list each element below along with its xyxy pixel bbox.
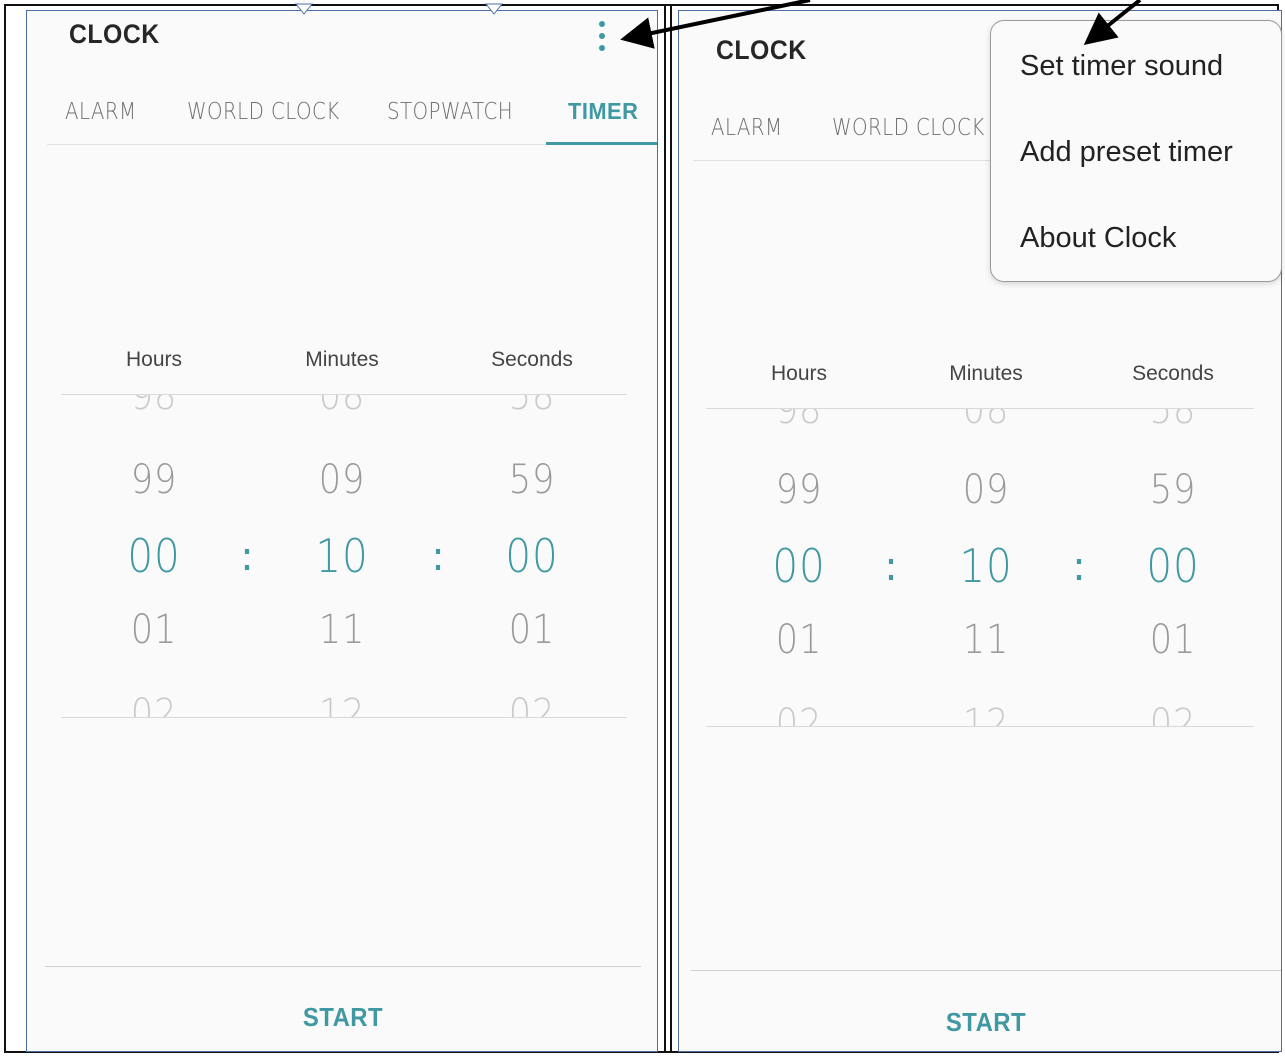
picker-bottom-divider bbox=[61, 717, 627, 718]
seconds-value[interactable]: 00 bbox=[1111, 539, 1234, 593]
tab-alarm[interactable]: ALARM bbox=[65, 99, 137, 125]
menu-item-set-timer-sound[interactable]: Set timer sound bbox=[1020, 50, 1223, 83]
minutes-prev1[interactable]: 09 bbox=[280, 457, 403, 503]
seconds-prev2: 58 bbox=[1149, 409, 1197, 433]
tab-alarm[interactable]: ALARM bbox=[711, 115, 783, 141]
frame-divider bbox=[664, 4, 666, 1053]
hours-next1[interactable]: 01 bbox=[92, 607, 215, 653]
menu-item-add-preset-timer[interactable]: Add preset timer bbox=[1020, 136, 1233, 169]
hours-prev2: 98 bbox=[775, 409, 823, 433]
hours-label: Hours bbox=[125, 348, 183, 371]
picker-clip-top: 98 08 58 bbox=[27, 395, 657, 425]
start-button[interactable]: START bbox=[251, 1002, 435, 1033]
seconds-next1[interactable]: 01 bbox=[470, 607, 593, 653]
tab-world-clock[interactable]: WORLD CLOCK bbox=[187, 99, 340, 125]
app-title: CLOCK bbox=[716, 35, 807, 65]
seconds-next1[interactable]: 01 bbox=[1111, 617, 1234, 663]
hours-next2: 02 bbox=[130, 691, 178, 717]
seconds-prev2: 58 bbox=[508, 395, 556, 419]
menu-item-about-clock[interactable]: About Clock bbox=[1020, 222, 1176, 255]
bottom-divider bbox=[691, 970, 1281, 971]
picker-bottom-divider bbox=[706, 726, 1254, 727]
minutes-next2: 12 bbox=[962, 701, 1010, 726]
hours-prev1[interactable]: 99 bbox=[92, 457, 215, 503]
hours-next2: 02 bbox=[775, 701, 823, 726]
app-title: CLOCK bbox=[69, 19, 160, 49]
time-separator: : bbox=[884, 544, 898, 590]
seconds-prev1[interactable]: 59 bbox=[1111, 467, 1234, 513]
minutes-label: Minutes bbox=[305, 348, 379, 371]
hours-prev1[interactable]: 99 bbox=[737, 467, 860, 513]
minutes-value[interactable]: 10 bbox=[280, 529, 403, 583]
time-separator: : bbox=[1072, 544, 1086, 590]
tab-stopwatch[interactable]: STOPWATCH bbox=[387, 99, 513, 125]
minutes-next1[interactable]: 11 bbox=[280, 607, 403, 653]
tab-world-clock[interactable]: WORLD CLOCK bbox=[832, 115, 985, 141]
time-separator: : bbox=[431, 534, 445, 580]
frame-divider bbox=[670, 4, 672, 1053]
picker-clip-bottom: 02 12 02 bbox=[679, 691, 1281, 726]
seconds-label: Seconds bbox=[491, 348, 573, 371]
tab-active-indicator bbox=[546, 142, 657, 145]
picker-clip-bottom: 02 12 02 bbox=[27, 681, 657, 717]
hours-value[interactable]: 00 bbox=[92, 529, 215, 583]
hours-label: Hours bbox=[770, 362, 828, 385]
bottom-divider bbox=[45, 966, 641, 967]
minutes-next2: 12 bbox=[318, 691, 366, 717]
hours-value[interactable]: 00 bbox=[737, 539, 860, 593]
time-separator: : bbox=[240, 534, 254, 580]
tab-timer[interactable]: TIMER bbox=[568, 98, 638, 125]
seconds-prev1[interactable]: 59 bbox=[470, 457, 593, 503]
hours-next1[interactable]: 01 bbox=[737, 617, 860, 663]
minutes-prev2: 08 bbox=[318, 395, 366, 419]
more-vertical-icon[interactable] bbox=[597, 21, 607, 53]
picker-clip-top: 98 08 58 bbox=[679, 409, 1281, 437]
minutes-next1[interactable]: 11 bbox=[924, 617, 1047, 663]
minutes-prev1[interactable]: 09 bbox=[924, 467, 1047, 513]
minutes-label: Minutes bbox=[949, 362, 1023, 385]
seconds-value[interactable]: 00 bbox=[470, 529, 593, 583]
minutes-value[interactable]: 10 bbox=[924, 539, 1047, 593]
minutes-prev2: 08 bbox=[962, 409, 1010, 433]
start-button[interactable]: START bbox=[894, 1007, 1078, 1038]
more-options-menu: Set timer sound Add preset timer About C… bbox=[990, 20, 1282, 282]
hours-prev2: 98 bbox=[130, 395, 178, 419]
clock-screen-before: CLOCK ALARM WORLD CLOCK STOPWATCH TIMER … bbox=[26, 10, 658, 1052]
seconds-next2: 02 bbox=[508, 691, 556, 717]
seconds-next2: 02 bbox=[1149, 701, 1197, 726]
seconds-label: Seconds bbox=[1132, 362, 1214, 385]
